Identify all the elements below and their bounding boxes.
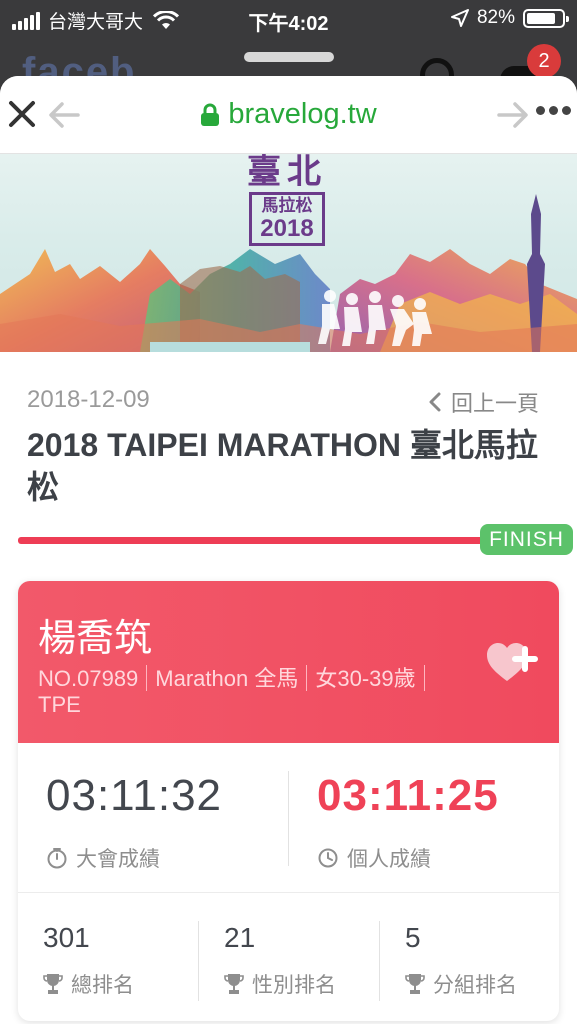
race-category: Marathon 全馬: [155, 666, 299, 691]
gun-time: 03:11:32: [46, 771, 223, 820]
heart-plus-icon[interactable]: [485, 639, 541, 685]
group-rank: 5: [405, 922, 421, 953]
overall-rank-label: 總排名: [71, 974, 134, 997]
overall-rank: 301: [43, 922, 90, 953]
country-code: TPE: [38, 692, 81, 717]
overall-rank-block: 301 總排名: [18, 894, 198, 1021]
lock-icon: [201, 103, 220, 127]
browser-sheet: bravelog.tw 臺北 馬拉松 2018 2018-12-09 回上一頁 …: [0, 76, 577, 1024]
back-link-label: 回上一頁: [450, 391, 539, 416]
marathon-logo-box: 馬拉松 2018: [249, 192, 325, 246]
notification-badge: 2: [527, 44, 561, 78]
gun-time-block: 03:11:32 大會成績: [18, 743, 288, 893]
event-title: 2018 TAIPEI MARATHON 臺北馬拉松: [27, 427, 538, 505]
url-bar[interactable]: bravelog.tw: [0, 98, 577, 131]
chevron-left-icon: [429, 392, 441, 412]
marathon-logo: 臺北 馬拉松 2018: [232, 154, 342, 246]
overall-rank-label-row: 總排名: [43, 969, 134, 999]
group-rank-block: 5 分組排名: [380, 894, 559, 1021]
forward-arrow-icon[interactable]: [497, 100, 529, 130]
back-link[interactable]: 回上一頁: [429, 386, 539, 418]
finish-badge: FINISH: [480, 524, 573, 555]
rankings: 301 總排名 21 性別排名 5 分組排名: [18, 894, 559, 1021]
event-date: 2018-12-09: [27, 386, 150, 413]
group-rank-label: 分組排名: [433, 974, 517, 997]
race-progress-bar: [18, 537, 488, 544]
status-bar: 台灣大哥大 下午4:02 82%: [0, 0, 577, 40]
url-text: bravelog.tw: [228, 98, 377, 130]
stopwatch-icon: [47, 848, 67, 869]
battery-percent: 82%: [476, 7, 515, 28]
runner-header: 楊喬筑 NO.07989 Marathon 全馬 女30-39歲 TPE: [18, 581, 559, 743]
gender-rank: 21: [224, 922, 256, 953]
marathon-logo-year: 2018: [260, 215, 314, 242]
trophy-icon: [43, 974, 63, 994]
runner-name: 楊喬筑: [38, 618, 153, 660]
net-time-block: 03:11:25 個人成績: [289, 743, 559, 893]
bib-number: NO.07989: [38, 666, 139, 691]
net-time: 03:11:25: [317, 771, 499, 820]
sheet-grabber[interactable]: [244, 52, 334, 62]
trophy-icon: [405, 974, 425, 994]
status-right: 82%: [450, 7, 569, 29]
trophy-icon: [224, 974, 244, 994]
net-time-label: 個人成績: [347, 848, 431, 871]
gender-rank-block: 21 性別排名: [199, 894, 379, 1021]
result-card: 楊喬筑 NO.07989 Marathon 全馬 女30-39歲 TPE 03:11:…: [18, 581, 559, 1021]
more-icon[interactable]: [536, 106, 571, 115]
runner-meta: NO.07989 Marathon 全馬 女30-39歲 TPE: [38, 665, 468, 718]
age-group: 女30-39歲: [315, 666, 416, 691]
marathon-logo-title: 臺北: [247, 154, 327, 191]
finish-times: 03:11:32 大會成績 03:11:25 個人成績: [18, 743, 559, 893]
gender-rank-label-row: 性別排名: [224, 969, 336, 999]
gun-time-label: 大會成績: [76, 848, 160, 871]
clock-icon: [318, 848, 338, 868]
group-rank-label-row: 分組排名: [405, 969, 517, 999]
battery-icon: [523, 8, 569, 28]
marathon-logo-subtitle: 馬拉松: [261, 196, 313, 215]
net-time-label-row: 個人成績: [317, 843, 431, 873]
gun-time-label-row: 大會成績: [46, 843, 160, 873]
location-arrow-icon: [450, 9, 469, 27]
event-banner: 臺北 馬拉松 2018: [0, 154, 577, 352]
browser-toolbar: bravelog.tw: [0, 76, 577, 154]
gender-rank-label: 性別排名: [252, 974, 336, 997]
